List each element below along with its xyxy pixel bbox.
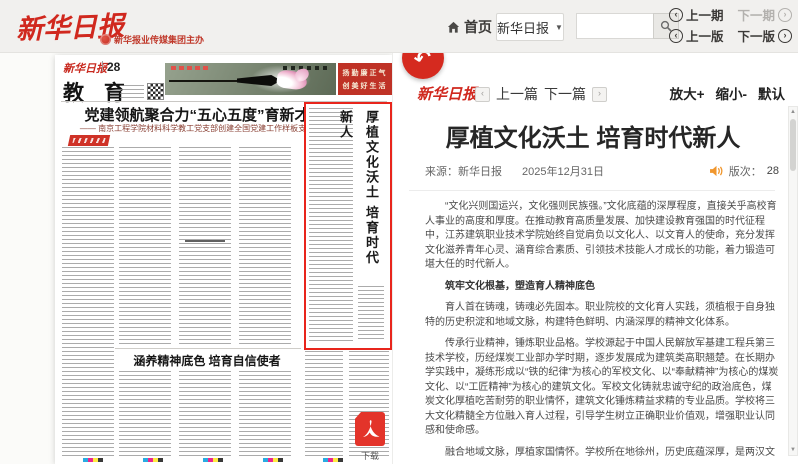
masthead-subtitle-text: 新华报业传媒集团主办 [114, 33, 204, 46]
article-navigation: ‹ 上一篇 下一篇 › [475, 84, 607, 104]
next-article-box-icon[interactable]: › [592, 87, 607, 102]
text-column [119, 371, 171, 457]
next-page-label: 下一版 [737, 26, 775, 45]
circle-right-arrow-icon: › [778, 29, 792, 43]
prev-article-link[interactable]: 上一篇 [496, 84, 538, 104]
scroll-down-arrow[interactable]: ▼ [789, 447, 797, 453]
search-area [576, 13, 679, 39]
color-registration-mark [323, 458, 343, 462]
prev-article-box-icon[interactable]: ‹ [475, 87, 490, 102]
text-column [179, 147, 231, 345]
masthead-subtitle: 新华报业传媒集团主办 [100, 33, 204, 46]
newspaper-page-thumbnail[interactable]: 新华日报 | 28 教 育 扬勤廉正气 创美好生活 党建领航聚合力“五心五度”育… [55, 55, 392, 464]
edition-label: 版次： [729, 163, 762, 179]
paper-select-value: 新华日报 [497, 18, 549, 37]
highlighted-article-text [309, 108, 353, 342]
color-registration-mark [263, 458, 283, 462]
scrollbar-thumb[interactable] [790, 119, 796, 171]
speaker-icon[interactable] [709, 165, 724, 177]
issue-navigation: ‹ 上一期 下一期 › ‹ 上一版 下一版 › [669, 5, 792, 45]
prev-issue-label: 上一期 [686, 5, 724, 24]
home-link[interactable]: 首页 [447, 17, 492, 37]
top-header: 新华日报 新华报业传媒集团主办 首页 新华日报 ▼ [0, 0, 798, 53]
circle-right-arrow-icon: › [778, 8, 792, 22]
section-rule [115, 348, 301, 349]
column-badge [68, 135, 110, 146]
masthead-separator: | [101, 60, 104, 72]
article-body: “文化兴则国运兴，文化强则民族强。”文化底蕴的深厚程度，直接关乎高校育人事业的高… [425, 200, 779, 458]
next-page-link[interactable]: 下一版 › [737, 26, 792, 45]
circle-left-arrow-icon: ‹ [669, 8, 683, 22]
article-paragraph: 育人首在铸魂，铸魂必先固本。职业院校的文化育人实践，须植根于自身独特的历史积淀和… [425, 301, 779, 330]
prev-page-link[interactable]: ‹ 上一版 [669, 26, 724, 45]
inline-subhead [185, 240, 225, 245]
page-row: ‹ 上一版 下一版 › [669, 26, 792, 45]
next-issue-link[interactable]: 下一期 › [737, 5, 792, 24]
pdf-icon [355, 412, 385, 446]
article-paragraph: 融合地域文脉，厚植家国情怀。学校所在地徐州，历史底蕴深厚，是两汉文化的发祥 [425, 446, 779, 459]
search-input[interactable] [576, 13, 653, 39]
text-column [179, 371, 231, 457]
main-article-headline[interactable]: 党建领航聚合力“五心五度”育新才 [61, 104, 333, 125]
edition-info-text [120, 85, 144, 99]
banner-slogan-line2: 创美好生活 [343, 81, 388, 91]
pdf-download-label: 下载 [353, 449, 387, 462]
article-title: 厚植文化沃土 培育时代新人 [403, 118, 783, 153]
text-column [239, 147, 291, 345]
banner-slogan: 扬勤廉正气 创美好生活 [338, 63, 392, 95]
home-label: 首页 [464, 17, 492, 37]
media-group-seal-icon [100, 34, 111, 45]
zoom-in-button[interactable]: 放大+ [670, 83, 705, 103]
page-number: 28 [107, 60, 120, 74]
app-root: 新华日报 新华报业传媒集团主办 首页 新华日报 ▼ [0, 0, 798, 464]
article-paragraph: 传承行业精神，锤炼职业品格。学校源起于中国人民解放军基建工程兵第三技术学校，历经… [425, 337, 779, 439]
banner-small-red-text [171, 66, 209, 70]
highlighted-article-title: 厚植文化沃土 培育时代新人 [358, 110, 384, 280]
meta-divider [409, 190, 775, 191]
article-meta: 来源：新华日报 2025年12月31日 版次： 28 [425, 163, 779, 179]
text-column [119, 147, 171, 345]
article-subheading: 筑牢文化根基，塑造育人精神底色 [425, 280, 779, 295]
circle-left-arrow-icon: ‹ [669, 29, 683, 43]
reader-logo: 新华日报 [417, 83, 477, 104]
brush-handle [169, 80, 241, 82]
font-size-controls: 放大+ 缩小- 默认 [670, 83, 785, 103]
highlighted-article-region[interactable]: 厚植文化沃土 培育时代新人 [304, 102, 392, 350]
reader-scrollbar[interactable]: ▲ ▼ [788, 106, 798, 456]
text-column [62, 147, 114, 457]
article-reader-pane: 新华日报 ‹ 上一篇 下一篇 › 放大+ 缩小- 默认 厚植文化沃土 培育时代新… [392, 52, 798, 464]
next-issue-label: 下一期 [737, 5, 775, 24]
bottom-article-headline[interactable]: 涵养精神底色 培育自信使者 [109, 352, 305, 369]
color-registration-mark [83, 458, 103, 462]
article-source: 来源：新华日报 [425, 163, 502, 179]
prev-issue-link[interactable]: ‹ 上一期 [669, 5, 724, 24]
scroll-up-arrow[interactable]: ▲ [789, 109, 797, 115]
article-paragraph: “文化兴则国运兴，文化强则民族强。”文化底蕴的深厚程度，直接关乎高校育人事业的高… [425, 200, 779, 273]
article-date: 2025年12月31日 [522, 163, 604, 179]
paper-select[interactable]: 新华日报 ▼ [496, 13, 564, 41]
next-article-link[interactable]: 下一篇 [544, 84, 586, 104]
banner-image [165, 63, 336, 95]
color-registration-mark [143, 458, 163, 462]
text-column [239, 371, 291, 457]
text-column [305, 351, 343, 457]
edition-value: 28 [767, 165, 779, 177]
highlighted-article-text [358, 286, 384, 342]
banner-slogan-line1: 扬勤廉正气 [343, 68, 388, 78]
prev-page-label: 上一版 [686, 26, 724, 45]
main-article-subheadline: —— 南京工程学院材料科学教工党支部创建全国党建工作样板支部 [61, 123, 333, 134]
issue-row: ‹ 上一期 下一期 › [669, 5, 792, 24]
chevron-down-icon: ▼ [555, 23, 563, 32]
color-registration-mark [203, 458, 223, 462]
pdf-download-button[interactable]: 下载 [353, 412, 387, 464]
zoom-default-button[interactable]: 默认 [758, 83, 785, 103]
zoom-out-button[interactable]: 缩小- [716, 83, 748, 103]
home-icon [447, 21, 460, 34]
qr-code [147, 83, 164, 100]
